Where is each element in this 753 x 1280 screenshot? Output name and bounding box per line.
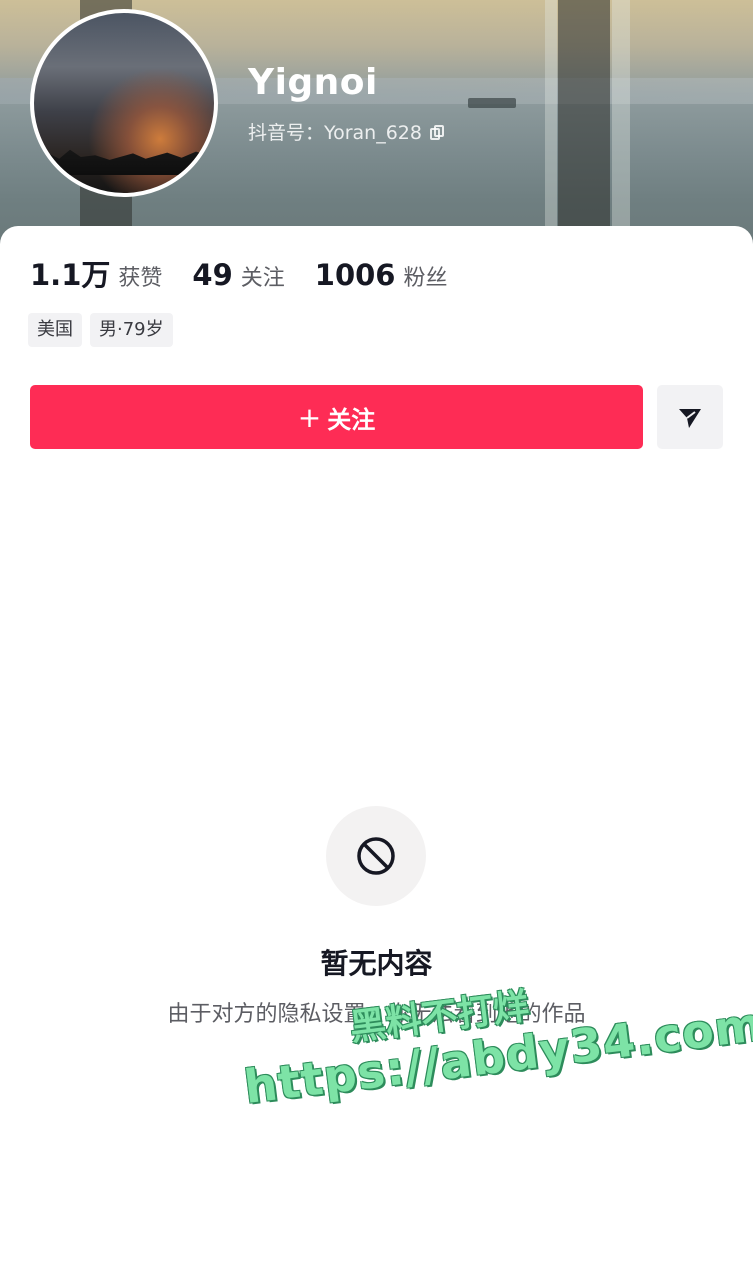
stat-following-label: 关注: [240, 266, 285, 291]
tag-gender-age: 男·79岁: [90, 313, 173, 347]
stat-followers-value: 1006: [314, 258, 396, 292]
cover-glass-panel: [545, 0, 557, 250]
plus-icon: +: [297, 400, 322, 434]
share-button[interactable]: [657, 385, 723, 449]
cover-glass-panel-right: [612, 0, 630, 250]
stat-followers-label: 粉丝: [403, 266, 448, 291]
ban-icon: [357, 837, 395, 875]
profile-stats: 1.1万 获赞 49 关注 1006 粉丝: [30, 252, 448, 292]
douyin-id-text: 抖音号：Yoran_628: [248, 122, 422, 144]
profile-tags: 美国 男·79岁: [28, 313, 173, 347]
empty-state-description: 由于对方的隐私设置，你无法看到他的作品: [167, 1002, 586, 1027]
stat-likes-label: 获赞: [118, 266, 163, 291]
follow-button[interactable]: + 关注: [30, 385, 643, 449]
avatar[interactable]: [30, 9, 218, 197]
cover-boat: [468, 98, 516, 108]
empty-state-title: 暂无内容: [320, 947, 433, 980]
empty-state-icon-wrap: [326, 806, 426, 906]
profile-username: Yignoi: [248, 62, 378, 103]
stat-following-value: 49: [192, 258, 233, 292]
stat-likes[interactable]: 1.1万 获赞: [30, 252, 162, 294]
avatar-skyline: [34, 149, 214, 175]
copy-icon[interactable]: [429, 125, 444, 141]
stat-likes-value: 1.1万: [30, 258, 111, 292]
stat-following[interactable]: 49 关注: [192, 258, 284, 292]
tag-location: 美国: [28, 313, 82, 347]
cover-pillar-right: [558, 0, 610, 250]
follow-button-label: 关注: [327, 405, 376, 434]
stat-followers[interactable]: 1006 粉丝: [315, 258, 448, 292]
send-icon: [679, 409, 701, 428]
douyin-id-row[interactable]: 抖音号：Yoran_628: [248, 118, 444, 145]
profile-page: Yignoi 抖音号：Yoran_628 1.1万 获赞 49 关注 1006 …: [0, 0, 753, 1280]
